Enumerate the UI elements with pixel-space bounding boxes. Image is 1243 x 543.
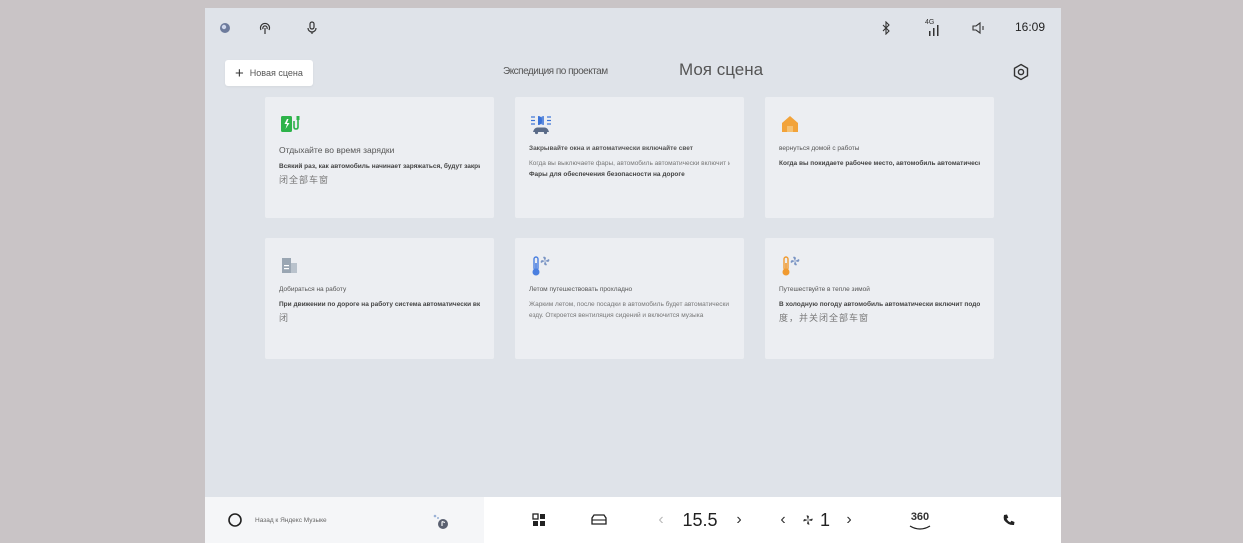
signal-icon: 4G bbox=[923, 18, 943, 38]
office-building-icon bbox=[279, 254, 301, 276]
plus-icon: + bbox=[235, 64, 244, 82]
card-description: Жарким летом, после посадки в автомобиль… bbox=[529, 301, 730, 308]
card-description: При движении по дороге на работу система… bbox=[279, 301, 480, 308]
volume-icon[interactable] bbox=[969, 18, 989, 38]
car-icon bbox=[591, 514, 607, 525]
card-description: Когда вы покидаете рабочее место, автомо… bbox=[779, 160, 980, 167]
page-title[interactable]: Моя сцена bbox=[679, 60, 763, 80]
apps-grid-icon bbox=[532, 513, 545, 526]
card-description-bold: Фары для обеспечения безопасности на дор… bbox=[529, 171, 685, 178]
tab-expedition[interactable]: Экспедиция по проектам bbox=[503, 66, 608, 77]
new-scene-button[interactable]: + Новая сцена bbox=[225, 60, 313, 86]
thermometer-fan-cold-icon bbox=[529, 254, 551, 276]
dock-controls: ‹ 15.5 › ‹ 1 › 360 bbox=[484, 497, 1061, 543]
dock-media: Назад к Яндекс Музыке bbox=[205, 497, 484, 543]
card-description-extra: 闭全部车窗 bbox=[279, 175, 330, 185]
temperature-value: 15.5 bbox=[682, 509, 718, 530]
temp-increase-button[interactable]: › bbox=[732, 497, 746, 543]
fan-increase-button[interactable]: › bbox=[842, 497, 856, 543]
chevron-left-icon: ‹ bbox=[658, 511, 664, 528]
voice-hint: Назад к Яндекс Музыке bbox=[255, 516, 327, 524]
fan-level: 1 bbox=[819, 509, 830, 530]
card-description: В холодную погоду автомобиль автоматичес… bbox=[779, 301, 980, 308]
clock: 16:09 bbox=[1014, 20, 1045, 34]
card-description-extra: 度，并关闭全部车窗 bbox=[779, 313, 870, 323]
charging-station-icon bbox=[279, 113, 301, 135]
card-title: Летом путешествовать прохладно bbox=[529, 286, 633, 293]
scene-card-winter[interactable]: Путешествуйте в тепле зимой В холодную п… bbox=[765, 238, 994, 359]
card-description-extra: 闭 bbox=[279, 313, 290, 323]
camera-360-label: 360 bbox=[910, 511, 930, 523]
chevron-right-icon: › bbox=[736, 511, 742, 528]
card-description-line2: езду. Откроется вентиляция сидений и вкл… bbox=[529, 312, 704, 319]
voice-assistant-button[interactable] bbox=[225, 497, 245, 543]
card-title: Отдыхайте во время зарядки bbox=[279, 145, 395, 155]
settings-icon bbox=[1013, 63, 1029, 81]
home-icon bbox=[779, 113, 801, 135]
card-description: Всякий раз, как автомобиль начинает заря… bbox=[279, 163, 480, 170]
chevron-right-icon: › bbox=[846, 511, 852, 528]
car-screen: 4G 16:09 + Новая сцена Экспедиция по про… bbox=[205, 8, 1061, 543]
bluetooth-icon[interactable] bbox=[876, 18, 896, 38]
scene-card-work[interactable]: Добираться на работу При движении по дор… bbox=[265, 238, 494, 359]
fan-icon bbox=[800, 497, 816, 543]
scene-card-headlights[interactable]: Закрывайте окна и автоматически включайт… bbox=[515, 97, 744, 218]
card-description: Когда вы выключаете фары, автомобиль авт… bbox=[529, 160, 730, 167]
hotspot-icon[interactable] bbox=[255, 18, 275, 38]
chevron-left-icon: ‹ bbox=[780, 511, 786, 528]
music-app-icon bbox=[433, 514, 448, 529]
microphone-icon[interactable] bbox=[302, 18, 322, 38]
rotate-arc-icon bbox=[909, 525, 931, 530]
camera-360-button[interactable]: 360 bbox=[903, 497, 937, 543]
fan-decrease-button[interactable]: ‹ bbox=[776, 497, 790, 543]
music-app-button[interactable] bbox=[427, 497, 453, 543]
car-control-button[interactable] bbox=[588, 497, 610, 543]
thermometer-fan-warm-icon bbox=[779, 254, 801, 276]
card-title: Добираться на работу bbox=[279, 286, 347, 293]
card-title: вернуться домой с работы bbox=[779, 145, 860, 152]
assistant-orb-icon[interactable] bbox=[215, 18, 235, 38]
headlights-icon bbox=[529, 113, 551, 135]
scene-card-charging[interactable]: Отдыхайте во время зарядки Всякий раз, к… bbox=[265, 97, 494, 218]
scene-card-summer[interactable]: Летом путешествовать прохладно Жарким ле… bbox=[515, 238, 744, 359]
phone-button[interactable] bbox=[999, 497, 1019, 543]
phone-icon bbox=[1003, 514, 1015, 526]
scene-card-home[interactable]: вернуться домой с работы Когда вы покида… bbox=[765, 97, 994, 218]
new-scene-label: Новая сцена bbox=[249, 68, 303, 78]
settings-button[interactable] bbox=[1010, 61, 1032, 83]
card-title: Закрывайте окна и автоматически включайт… bbox=[529, 145, 693, 152]
status-bar: 4G 16:09 bbox=[205, 8, 1061, 48]
card-title: Путешествуйте в тепле зимой bbox=[779, 286, 870, 293]
apps-grid-button[interactable] bbox=[528, 497, 550, 543]
temp-decrease-button[interactable]: ‹ bbox=[654, 497, 668, 543]
